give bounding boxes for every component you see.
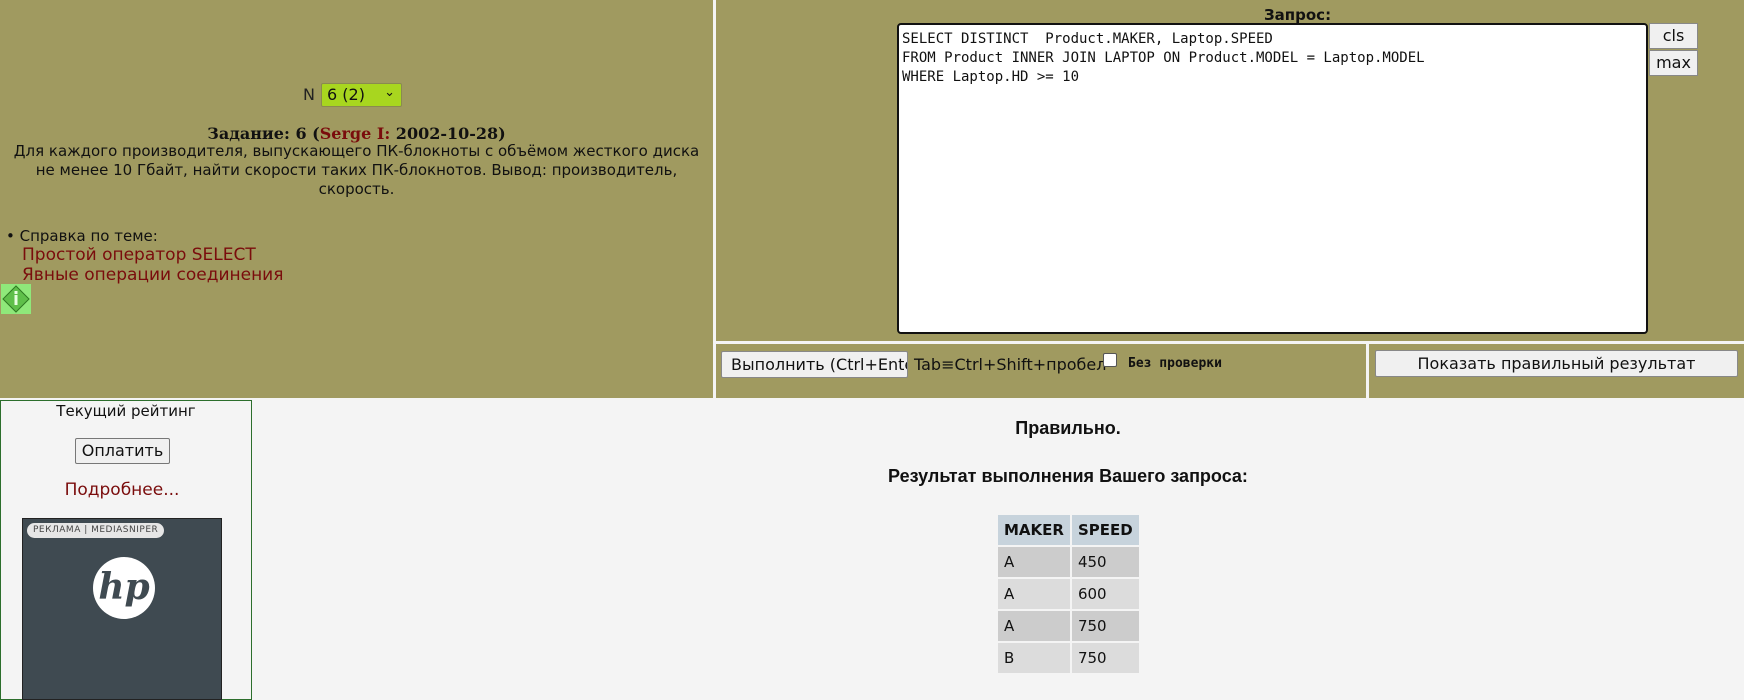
chevron-down-icon: ⌄ — [384, 85, 395, 100]
ad-label: РЕКЛАМА | MEDIASNIPER — [27, 523, 165, 538]
table-cell: 450 — [1071, 547, 1139, 577]
task-heading-suffix: 2002-10-28) — [390, 124, 506, 143]
help-link-explicit-joins[interactable]: Явные операции соединения — [22, 265, 283, 285]
hotkey-hint: Tab≡Ctrl+Shift+пробел — [914, 355, 1107, 374]
task-panel — [0, 0, 713, 398]
task-select[interactable]: 6 (2) ⌄ — [321, 83, 402, 107]
more-link[interactable]: Подробнее... — [0, 480, 244, 500]
table-cell: A — [998, 547, 1070, 577]
table-row: B 750 — [998, 643, 1139, 673]
table-cell: A — [998, 579, 1070, 609]
table-row: A 600 — [998, 579, 1139, 609]
table-header-row: MAKER SPEED — [998, 515, 1139, 545]
clear-button[interactable]: cls — [1649, 23, 1698, 49]
hp-logo: hp — [93, 557, 155, 619]
maximize-button[interactable]: max — [1649, 50, 1698, 76]
table-cell: 750 — [1071, 643, 1139, 673]
rating-title: Текущий рейтинг — [56, 402, 196, 420]
pay-button[interactable]: Оплатить — [75, 438, 170, 464]
table-cell: 600 — [1071, 579, 1139, 609]
task-author: Serge I: — [319, 124, 391, 143]
task-select-value: 6 (2) — [327, 85, 365, 104]
show-correct-result-button[interactable]: Показать правильный результат — [1375, 350, 1738, 377]
sql-editor[interactable]: SELECT DISTINCT Product.MAKER, Laptop.SP… — [897, 23, 1648, 334]
help-link-simple-select[interactable]: Простой оператор SELECT — [22, 245, 256, 265]
table-cell: 750 — [1071, 611, 1139, 641]
task-heading: Задание: 6 (Serge I: 2002-10-28) — [0, 124, 713, 143]
result-status: Правильно. — [1015, 418, 1121, 438]
no-check-checkbox[interactable] — [1103, 353, 1117, 367]
result-heading: Результат выполнения Вашего запроса: — [888, 466, 1248, 486]
column-header-speed: SPEED — [1071, 515, 1139, 545]
task-number-label: N — [303, 85, 315, 104]
column-header-maker: MAKER — [998, 515, 1070, 545]
table-cell: B — [998, 643, 1070, 673]
result-table: MAKER SPEED A 450 A 600 A 750 B 750 — [996, 513, 1141, 675]
task-heading-prefix: Задание: 6 ( — [207, 124, 320, 143]
info-icon[interactable] — [1, 284, 31, 314]
table-cell: A — [998, 611, 1070, 641]
no-check-label: Без проверки — [1128, 356, 1222, 371]
task-description: Для каждого производителя, выпускающего … — [13, 142, 700, 198]
table-row: A 450 — [998, 547, 1139, 577]
query-label: Запрос: — [1264, 6, 1332, 24]
run-button[interactable]: Выполнить (Ctrl+Enter) — [721, 351, 908, 378]
help-label: • Справка по теме: — [6, 227, 158, 245]
table-row: A 750 — [998, 611, 1139, 641]
